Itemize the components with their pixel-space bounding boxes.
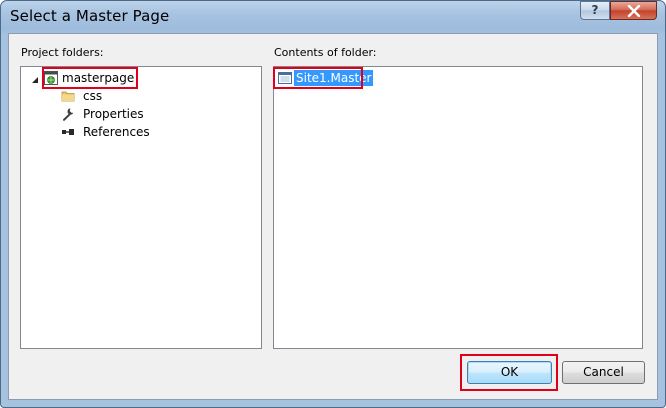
dialog-body: Project folders: masterpage css Properti… [8,33,658,400]
tree-item-label: References [83,125,150,139]
tree-item-label: css [83,89,103,103]
dialog-window: Select a Master Page ? Project folders: [0,0,666,408]
contents-of-folder-label: Contents of folder: [274,46,377,59]
highlight-masterpage [42,67,138,89]
project-folders-tree[interactable]: masterpage css Properties References [20,66,262,349]
folder-contents-list[interactable]: Site1.Master [273,66,643,349]
wrench-icon [63,108,74,121]
references-icon [62,129,74,135]
close-icon [627,4,640,18]
close-button[interactable] [610,1,657,20]
project-folders-label: Project folders: [21,46,104,59]
cancel-button[interactable]: Cancel [562,361,645,384]
title-bar[interactable]: Select a Master Page ? [1,1,665,33]
folder-icon [61,91,75,102]
highlight-site1-master [273,67,363,89]
window-title: Select a Master Page [10,7,170,25]
highlight-ok-button [460,354,558,391]
help-button[interactable]: ? [580,1,610,20]
tree-item-label: Properties [83,107,144,121]
collapse-arrow-icon[interactable] [31,76,39,84]
